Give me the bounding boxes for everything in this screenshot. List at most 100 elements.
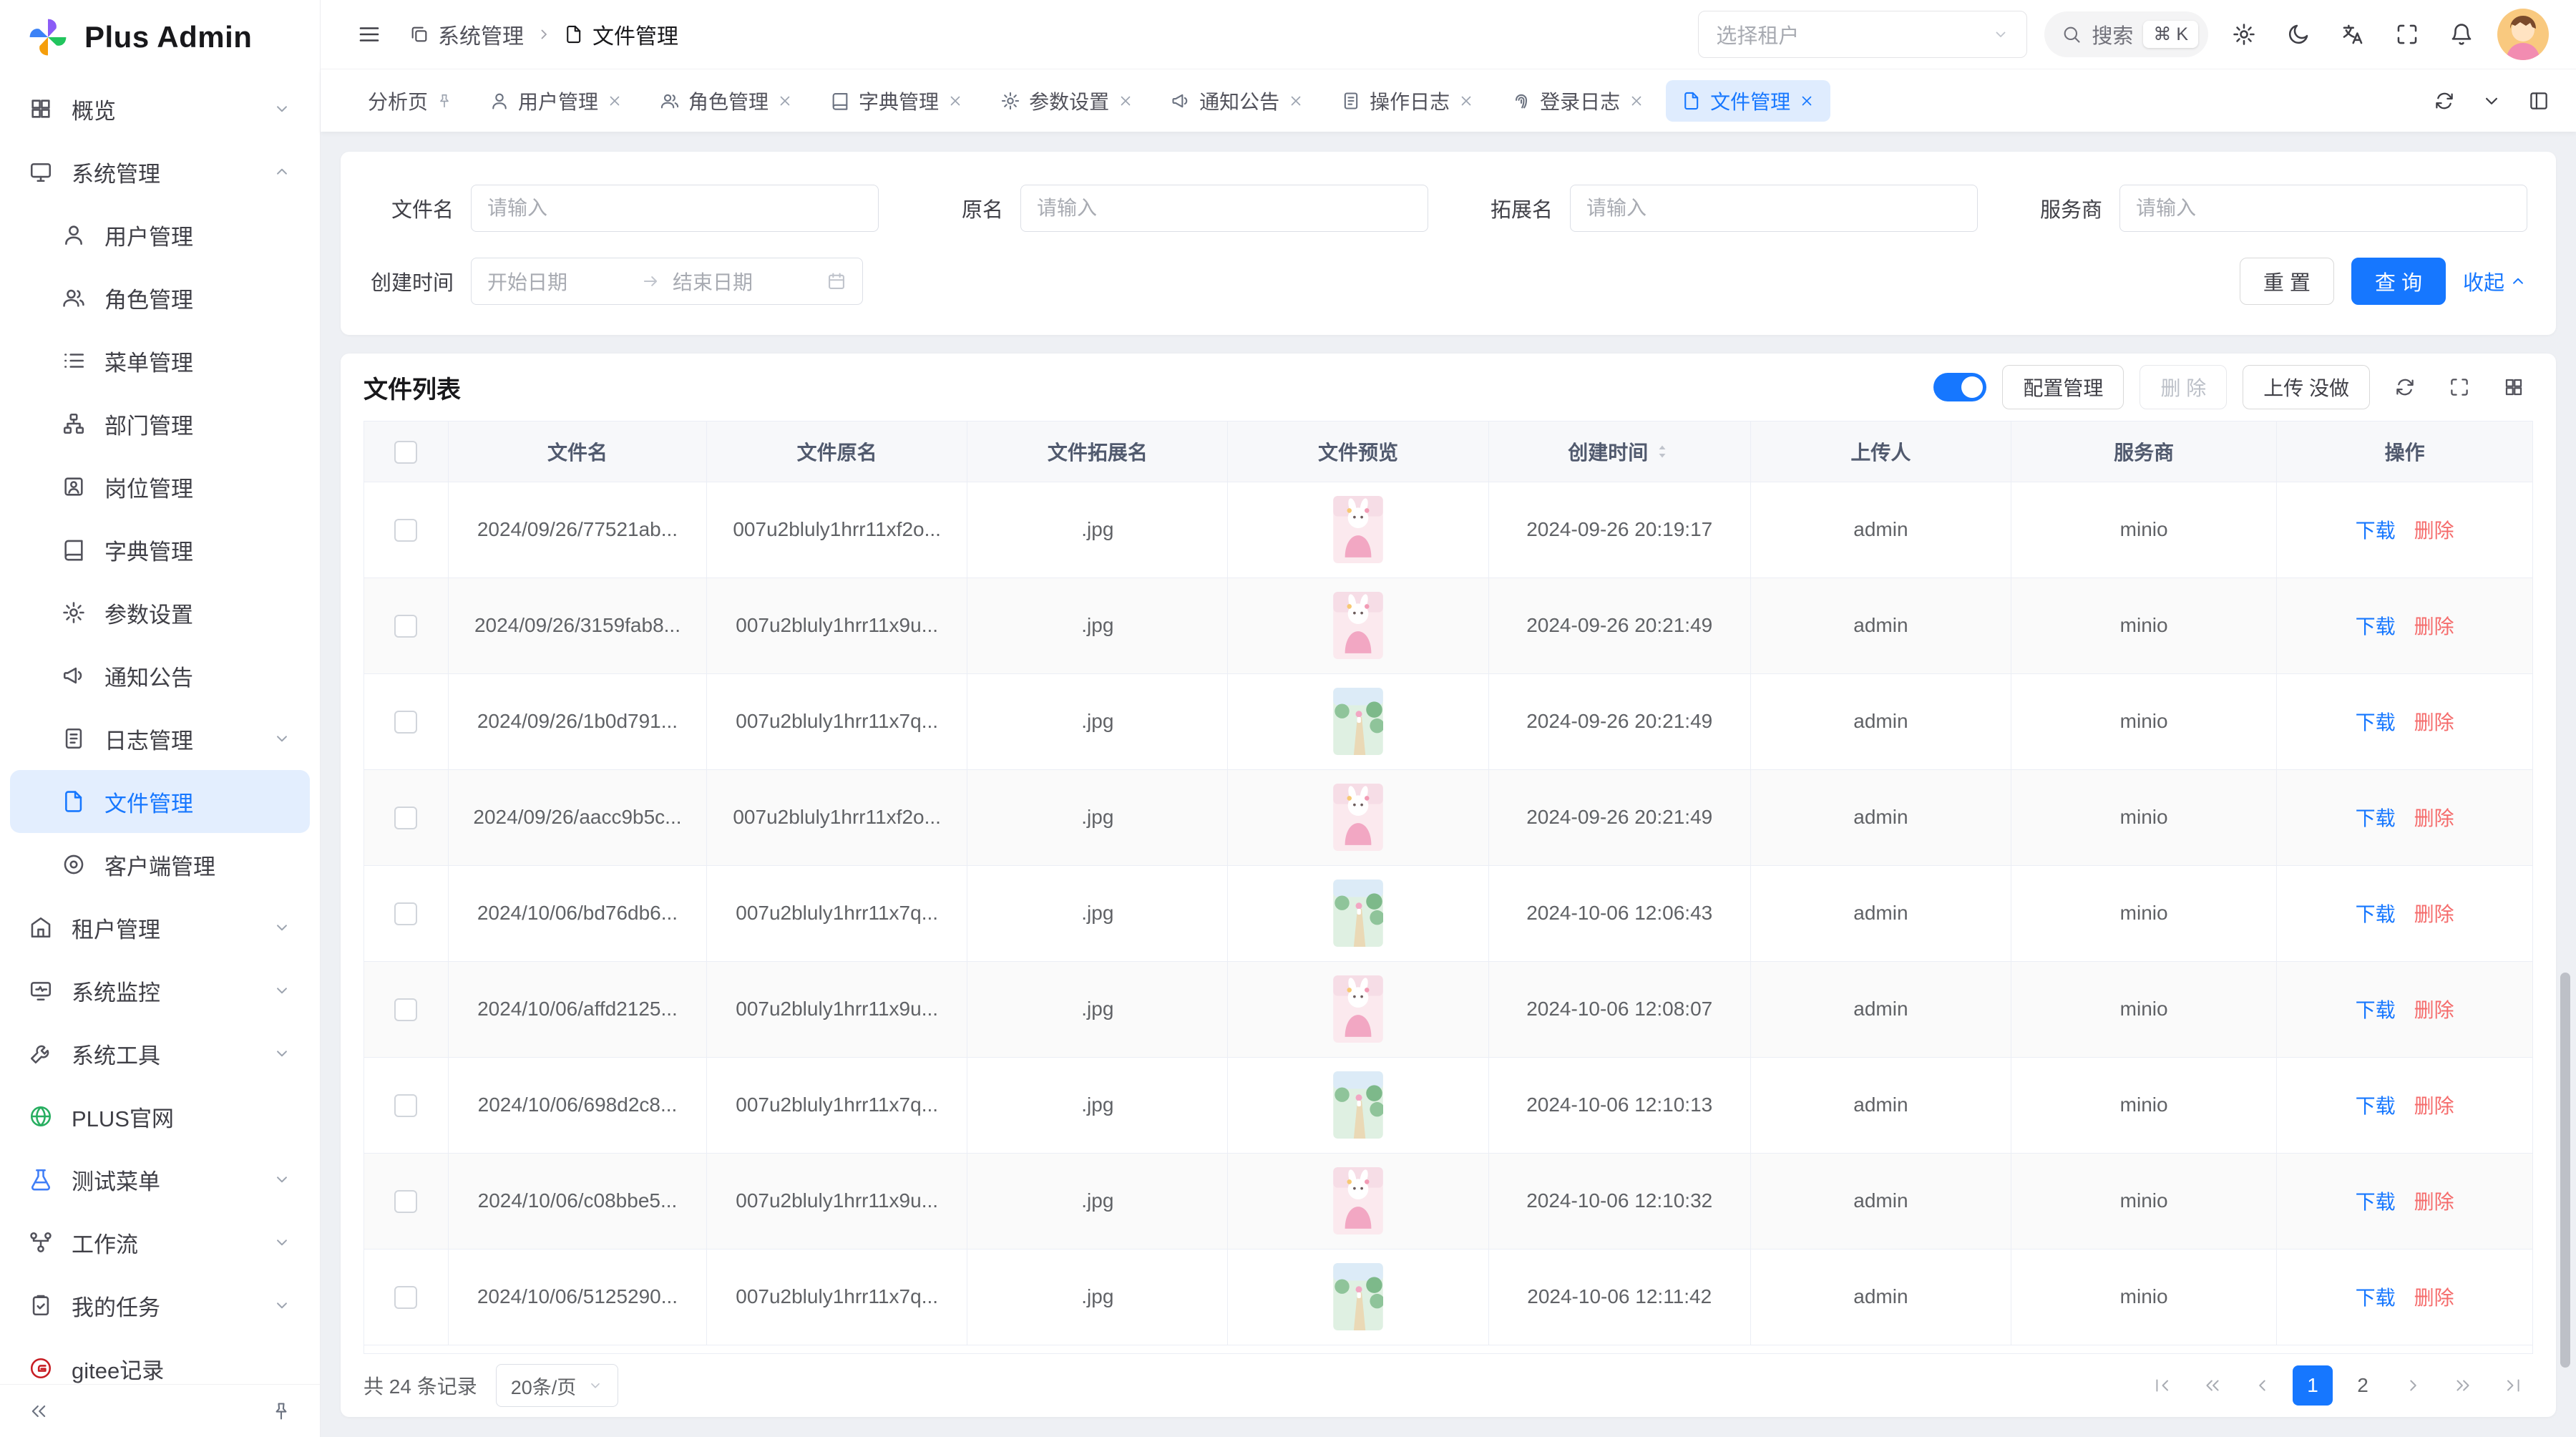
collapse-sidebar-button[interactable] [21, 1394, 56, 1428]
sidebar-item-2[interactable]: 用户管理 [10, 203, 310, 266]
row-checkbox[interactable] [394, 1094, 417, 1117]
column-header-4[interactable]: 创建时间 [1488, 422, 1750, 482]
sidebar-item-19[interactable]: 我的任务 [10, 1274, 310, 1337]
file-preview-thumbnail[interactable] [1333, 975, 1383, 1043]
page-number-1[interactable]: 1 [2293, 1365, 2333, 1406]
config-management-button[interactable]: 配置管理 [2002, 365, 2124, 409]
tab-8[interactable]: 文件管理 [1666, 80, 1830, 122]
tab-7[interactable]: 登录日志 [1496, 80, 1660, 122]
row-checkbox[interactable] [394, 807, 417, 829]
sidebar-item-13[interactable]: 租户管理 [10, 896, 310, 959]
filter-field-input-1[interactable] [1020, 185, 1428, 232]
close-icon[interactable] [1288, 93, 1304, 109]
file-preview-thumbnail[interactable] [1333, 880, 1383, 947]
sidebar-item-6[interactable]: 岗位管理 [10, 455, 310, 518]
scrollbar-thumb[interactable] [2560, 973, 2570, 1368]
row-checkbox[interactable] [394, 902, 417, 925]
sidebar-item-15[interactable]: 系统工具 [10, 1022, 310, 1085]
prev-page-button[interactable] [2243, 1365, 2283, 1406]
app-logo[interactable]: Plus Admin [0, 0, 320, 74]
sidebar-item-10[interactable]: 日志管理 [10, 707, 310, 770]
tab-4[interactable]: 参数设置 [985, 80, 1149, 122]
global-search-button[interactable]: 搜索 ⌘ K [2044, 11, 2208, 57]
refresh-table-button[interactable] [2386, 368, 2424, 406]
notifications-button[interactable] [2443, 16, 2480, 53]
user-avatar[interactable] [2497, 9, 2549, 60]
reset-button[interactable]: 重 置 [2240, 258, 2334, 305]
filter-field-input-3[interactable] [2119, 185, 2527, 232]
download-link[interactable]: 下载 [2356, 711, 2396, 734]
pin-sidebar-button[interactable] [264, 1394, 298, 1428]
page-size-select[interactable]: 20条/页 [496, 1364, 619, 1407]
sidebar-item-12[interactable]: 客户端管理 [10, 833, 310, 896]
row-checkbox[interactable] [394, 615, 417, 638]
sidebar-item-7[interactable]: 字典管理 [10, 518, 310, 581]
filter-field-input-0[interactable] [471, 185, 879, 232]
tab-3[interactable]: 字典管理 [814, 80, 979, 122]
sidebar-item-0[interactable]: 概览 [10, 77, 310, 140]
close-icon[interactable] [1118, 93, 1133, 109]
delete-link[interactable]: 删除 [2414, 1287, 2454, 1309]
delete-link[interactable]: 删除 [2414, 1191, 2454, 1213]
dark-mode-button[interactable] [2280, 16, 2317, 53]
language-button[interactable] [2334, 16, 2371, 53]
sidebar-item-20[interactable]: gitee记录 [10, 1337, 310, 1384]
select-all-checkbox[interactable] [394, 441, 417, 464]
row-checkbox[interactable] [394, 1286, 417, 1309]
close-icon[interactable] [1458, 93, 1474, 109]
sidebar-item-3[interactable]: 角色管理 [10, 266, 310, 329]
tab-2[interactable]: 角色管理 [644, 80, 809, 122]
sidebar-item-14[interactable]: 系统监控 [10, 959, 310, 1022]
fullscreen-table-button[interactable] [2440, 368, 2479, 406]
close-icon[interactable] [1799, 93, 1815, 109]
close-icon[interactable] [777, 93, 793, 109]
file-preview-thumbnail[interactable] [1333, 592, 1383, 659]
file-preview-thumbnail[interactable] [1333, 1167, 1383, 1234]
file-preview-thumbnail[interactable] [1333, 496, 1383, 563]
column-settings-button[interactable] [2494, 368, 2533, 406]
breadcrumb-item-files[interactable]: 文件管理 [564, 19, 678, 50]
toggle-switch[interactable] [1933, 373, 1986, 401]
last-page-button[interactable] [2493, 1365, 2533, 1406]
settings-button[interactable] [2225, 16, 2263, 53]
delete-link[interactable]: 删除 [2414, 615, 2454, 638]
sidebar-item-17[interactable]: 测试菜单 [10, 1148, 310, 1211]
tab-0[interactable]: 分析页 [352, 80, 468, 122]
delete-selected-button[interactable]: 删 除 [2140, 365, 2227, 409]
sidebar-item-1[interactable]: 系统管理 [10, 140, 310, 203]
file-preview-thumbnail[interactable] [1333, 1071, 1383, 1139]
download-link[interactable]: 下载 [2356, 807, 2396, 829]
row-checkbox[interactable] [394, 519, 417, 542]
first-page-button[interactable] [2142, 1365, 2182, 1406]
download-link[interactable]: 下载 [2356, 615, 2396, 638]
sidebar-item-11[interactable]: 文件管理 [10, 770, 310, 833]
file-preview-thumbnail[interactable] [1333, 1263, 1383, 1330]
delete-link[interactable]: 删除 [2414, 999, 2454, 1021]
sidebar-item-9[interactable]: 通知公告 [10, 644, 310, 707]
pin-icon[interactable] [436, 93, 452, 109]
delete-link[interactable]: 删除 [2414, 807, 2454, 829]
prev-pages-button[interactable] [2192, 1365, 2233, 1406]
toggle-sidebar-button[interactable] [351, 16, 388, 53]
delete-link[interactable]: 删除 [2414, 1095, 2454, 1117]
next-page-button[interactable] [2393, 1365, 2433, 1406]
download-link[interactable]: 下载 [2356, 999, 2396, 1021]
tenant-select[interactable]: 选择租户 [1698, 11, 2027, 58]
filter-field-input-2[interactable] [1570, 185, 1978, 232]
file-preview-thumbnail[interactable] [1333, 688, 1383, 755]
search-button[interactable]: 查 询 [2351, 258, 2446, 305]
download-link[interactable]: 下载 [2356, 1287, 2396, 1309]
sidebar-item-16[interactable]: PLUS官网 [10, 1085, 310, 1148]
refresh-tab-button[interactable] [2427, 84, 2462, 118]
fullscreen-button[interactable] [2389, 16, 2426, 53]
sidebar-item-4[interactable]: 菜单管理 [10, 329, 310, 392]
sidebar-item-5[interactable]: 部门管理 [10, 392, 310, 455]
close-icon[interactable] [607, 93, 623, 109]
close-icon[interactable] [1629, 93, 1644, 109]
download-link[interactable]: 下载 [2356, 1191, 2396, 1213]
tab-5[interactable]: 通知公告 [1155, 80, 1319, 122]
tab-1[interactable]: 用户管理 [474, 80, 638, 122]
download-link[interactable]: 下载 [2356, 1095, 2396, 1117]
next-pages-button[interactable] [2443, 1365, 2483, 1406]
tab-6[interactable]: 操作日志 [1325, 80, 1490, 122]
